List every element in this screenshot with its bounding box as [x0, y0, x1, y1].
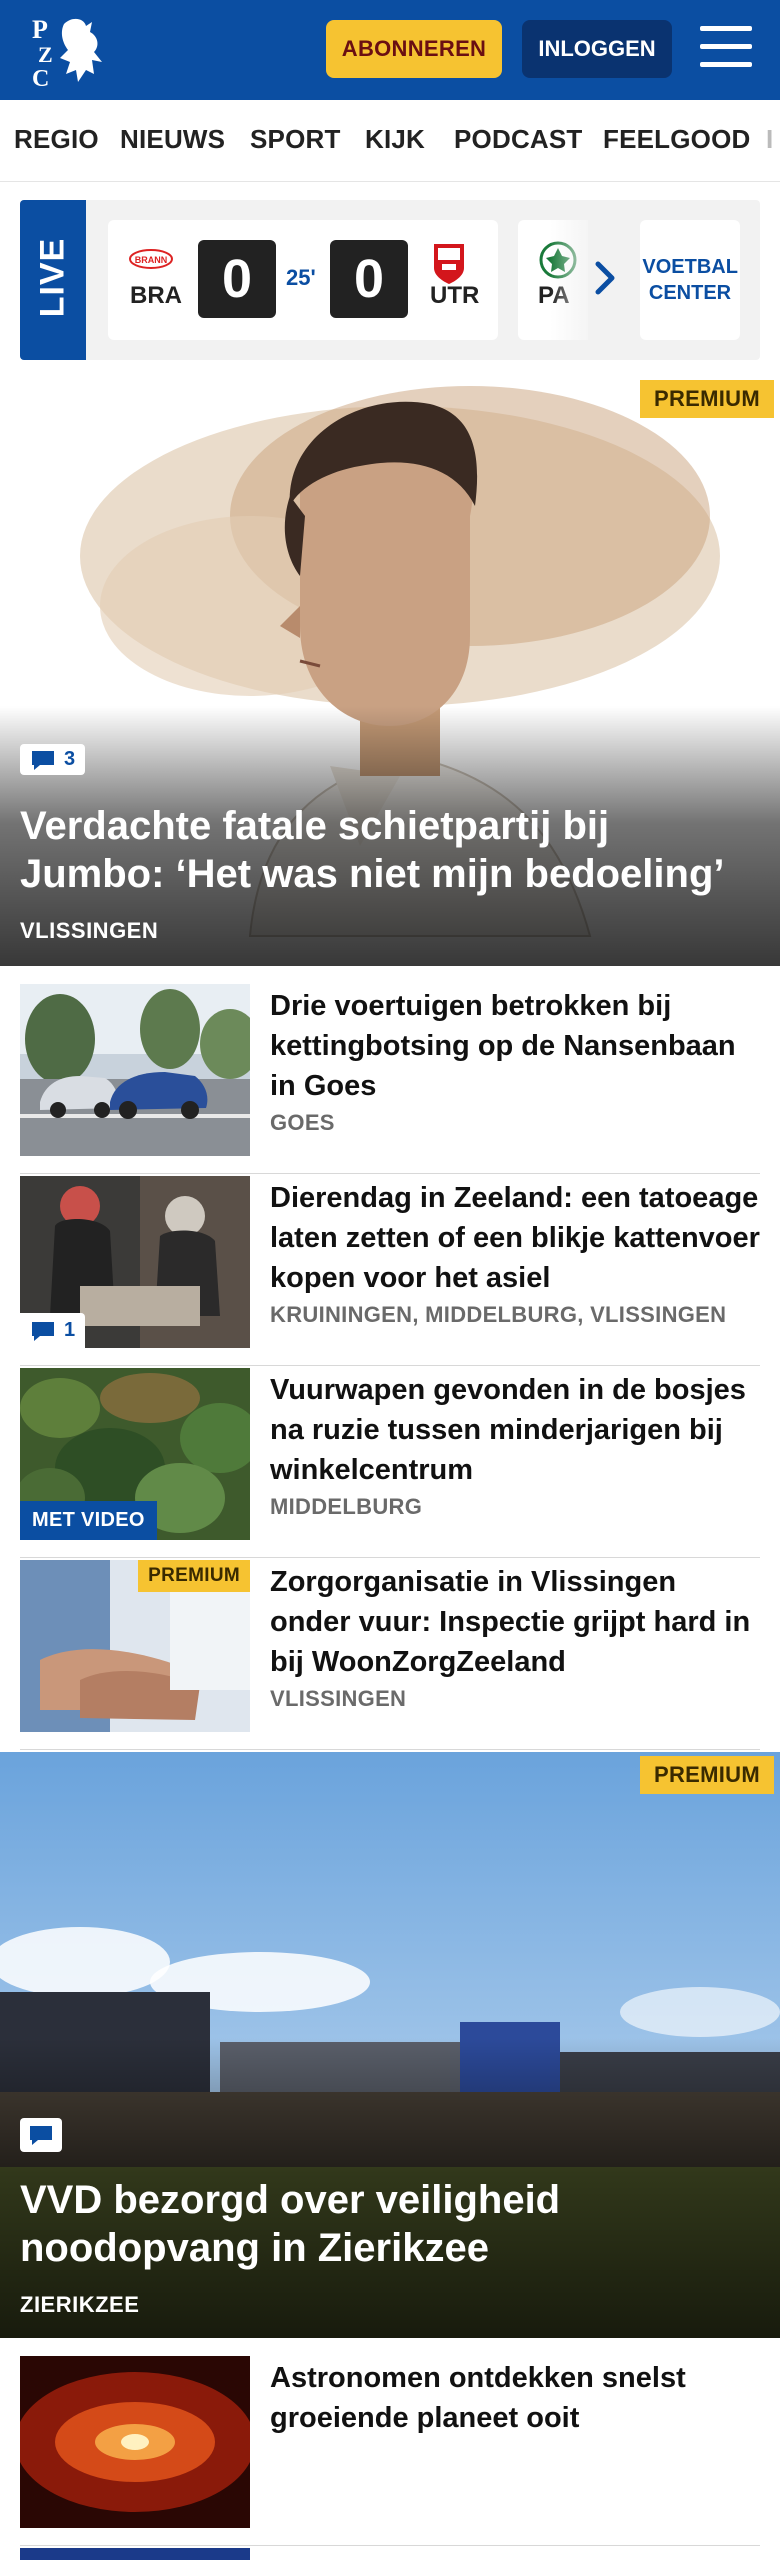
article-thumbnail [20, 984, 250, 1156]
site-header: P Z C ABONNEREN INLOGGEN [0, 0, 780, 100]
article-thumbnail: PREMIUM [20, 1560, 250, 1732]
nav-item-partial[interactable]: I [766, 124, 773, 155]
comment-icon [30, 2126, 52, 2145]
nav-item-nieuws[interactable]: NIEUWS [120, 124, 225, 155]
comment-icon [32, 750, 54, 770]
article-location: GOES [270, 1110, 335, 1135]
article-thumbnail: MET VIDEO [20, 1368, 250, 1540]
comment-count-badge: 3 [20, 744, 86, 775]
hero-article-location: VLISSINGEN [20, 918, 159, 943]
section-nav: REGIO NIEUWS SPORT KIJK PODCAST FEELGOOD… [0, 100, 780, 182]
comment-count-badge: 1 [20, 1313, 86, 1348]
premium-badge: PREMIUM [640, 380, 774, 418]
menu-bar [700, 26, 752, 31]
comment-icon [32, 1321, 54, 1341]
nav-divider [0, 181, 780, 182]
premium-badge: PREMIUM [640, 1756, 774, 1794]
home-team: BRA [130, 282, 182, 309]
menu-bar [700, 62, 752, 67]
video-badge: MET VIDEO [20, 1501, 157, 1540]
match-card[interactable]: BRANN BRA 0 25' 0 UTR [108, 220, 498, 340]
hero-article-title[interactable]: Verdachte fatale schietpartij bij Jumbo:… [20, 802, 760, 898]
live-badge: LIVE [20, 200, 86, 360]
article-location: KRUININGEN, MIDDELBURG, VLISSINGEN [270, 1302, 727, 1327]
article-title[interactable]: Astronomen ontdekken snelst groeiende pl… [270, 2358, 760, 2438]
svg-text:BRANN: BRANN [135, 255, 168, 265]
voetbal-center-button[interactable]: VOETBAL CENTER [640, 220, 740, 340]
away-score: 0 [330, 240, 408, 318]
hero-article-title[interactable]: VVD bezorgd over veiligheid noodopvang i… [20, 2176, 760, 2272]
home-score: 0 [198, 240, 276, 318]
list-item[interactable]: Drie voertuigen betrokken bij kettingbot… [20, 984, 760, 1174]
logo-letter-c: C [32, 66, 49, 88]
match-minute: 25' [286, 265, 316, 290]
article-thumbnail: 1 [20, 1176, 250, 1348]
article-location: MIDDELBURG [270, 1494, 423, 1519]
menu-bar [700, 44, 752, 49]
hero-article[interactable]: PREMIUM VVD bezorgd over veiligheid nood… [0, 1752, 780, 2338]
live-scores-strip: LIVE BRANN BRA 0 25' 0 UTR PA VOETBAL CE… [20, 200, 760, 360]
hero-article[interactable]: PREMIUM 3 Verdachte fatale schietpartij … [0, 376, 780, 966]
list-item[interactable]: 1 Dierendag in Zeeland: een tatoeage lat… [20, 1176, 760, 1366]
login-button[interactable]: INLOGGEN [522, 20, 672, 78]
brann-logo-icon: BRANN [129, 249, 173, 269]
subscribe-button[interactable]: ABONNEREN [326, 20, 502, 78]
next-article-thumbnail[interactable] [20, 2548, 250, 2560]
planet-image [20, 2356, 250, 2528]
nav-item-regio[interactable]: REGIO [14, 124, 99, 155]
article-thumbnail [20, 2356, 250, 2528]
nav-item-sport[interactable]: SPORT [250, 124, 341, 155]
pzc-lion-logo-icon: P Z C [32, 15, 102, 92]
logo-letter-p: P [32, 15, 48, 44]
chevron-right-icon[interactable] [590, 258, 620, 298]
article-title[interactable]: Dierendag in Zeeland: een tatoeage laten… [270, 1178, 760, 1298]
comment-count: 1 [64, 1319, 76, 1341]
hamburger-menu-icon[interactable] [700, 26, 752, 70]
pzc-logo[interactable]: P Z C [28, 12, 112, 92]
away-team: UTR [430, 282, 480, 309]
car-crash-image [20, 984, 250, 1156]
list-item[interactable]: MET VIDEO Vuurwapen gevonden in de bosje… [20, 1368, 760, 1558]
list-item[interactable]: Astronomen ontdekken snelst groeiende pl… [20, 2356, 760, 2546]
article-location: VLISSINGEN [270, 1686, 407, 1711]
hero-article-location: ZIERIKZEE [20, 2292, 140, 2317]
fc-utrecht-logo-icon [434, 244, 464, 284]
comment-count-badge [20, 2118, 62, 2152]
logo-letter-z: Z [38, 42, 53, 67]
nav-item-kijk[interactable]: KIJK [365, 124, 425, 155]
article-title[interactable]: Zorgorganisatie in Vlissingen onder vuur… [270, 1562, 760, 1682]
list-item[interactable]: PREMIUM Zorgorganisatie in Vlissingen on… [20, 1560, 760, 1750]
live-label: LIVE [33, 237, 72, 318]
article-title[interactable]: Drie voertuigen betrokken bij kettingbot… [270, 986, 760, 1106]
article-title[interactable]: Vuurwapen gevonden in de bosjes na ruzie… [270, 1370, 760, 1490]
nav-item-feelgood[interactable]: FEELGOOD [603, 124, 751, 155]
premium-badge: PREMIUM [138, 1560, 250, 1592]
nav-item-podcast[interactable]: PODCAST [454, 124, 583, 155]
comment-count: 3 [64, 748, 76, 770]
